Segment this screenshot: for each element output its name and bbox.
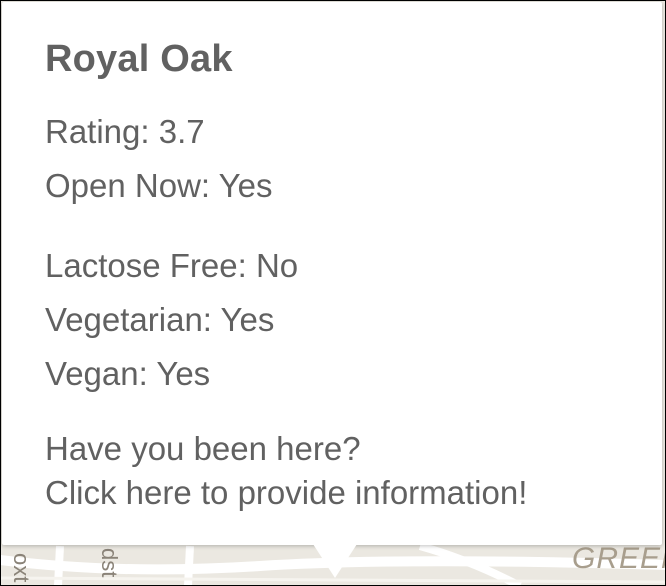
lactose-free-text: Lactose Free: No <box>45 247 299 284</box>
rating-text: Rating: 3.7 <box>45 113 205 150</box>
contribute-group: Have you been here? Click here to provid… <box>45 427 527 515</box>
open-now-text: Open Now: Yes <box>45 167 273 204</box>
area-label: GREEN <box>572 542 666 575</box>
street-label: dst <box>97 548 122 578</box>
info-window-content: Royal Oak Rating: 3.7 Open Now: Yes Lact… <box>45 38 527 515</box>
place-title: Royal Oak <box>45 38 233 80</box>
info-window-pointer <box>313 544 357 578</box>
status-group: Rating: 3.7 Open Now: Yes <box>45 105 527 213</box>
provide-info-link[interactable]: Click here to provide information! <box>45 471 527 515</box>
info-window: × Royal Oak Rating: 3.7 Open Now: Yes La… <box>2 2 662 545</box>
vegetarian-text: Vegetarian: Yes <box>45 301 275 338</box>
street-label: oxt <box>9 553 34 583</box>
visited-prompt: Have you been here? <box>45 430 361 467</box>
diet-group: Lactose Free: No Vegetarian: Yes Vegan: … <box>45 239 527 401</box>
vegan-text: Vegan: Yes <box>45 355 211 392</box>
